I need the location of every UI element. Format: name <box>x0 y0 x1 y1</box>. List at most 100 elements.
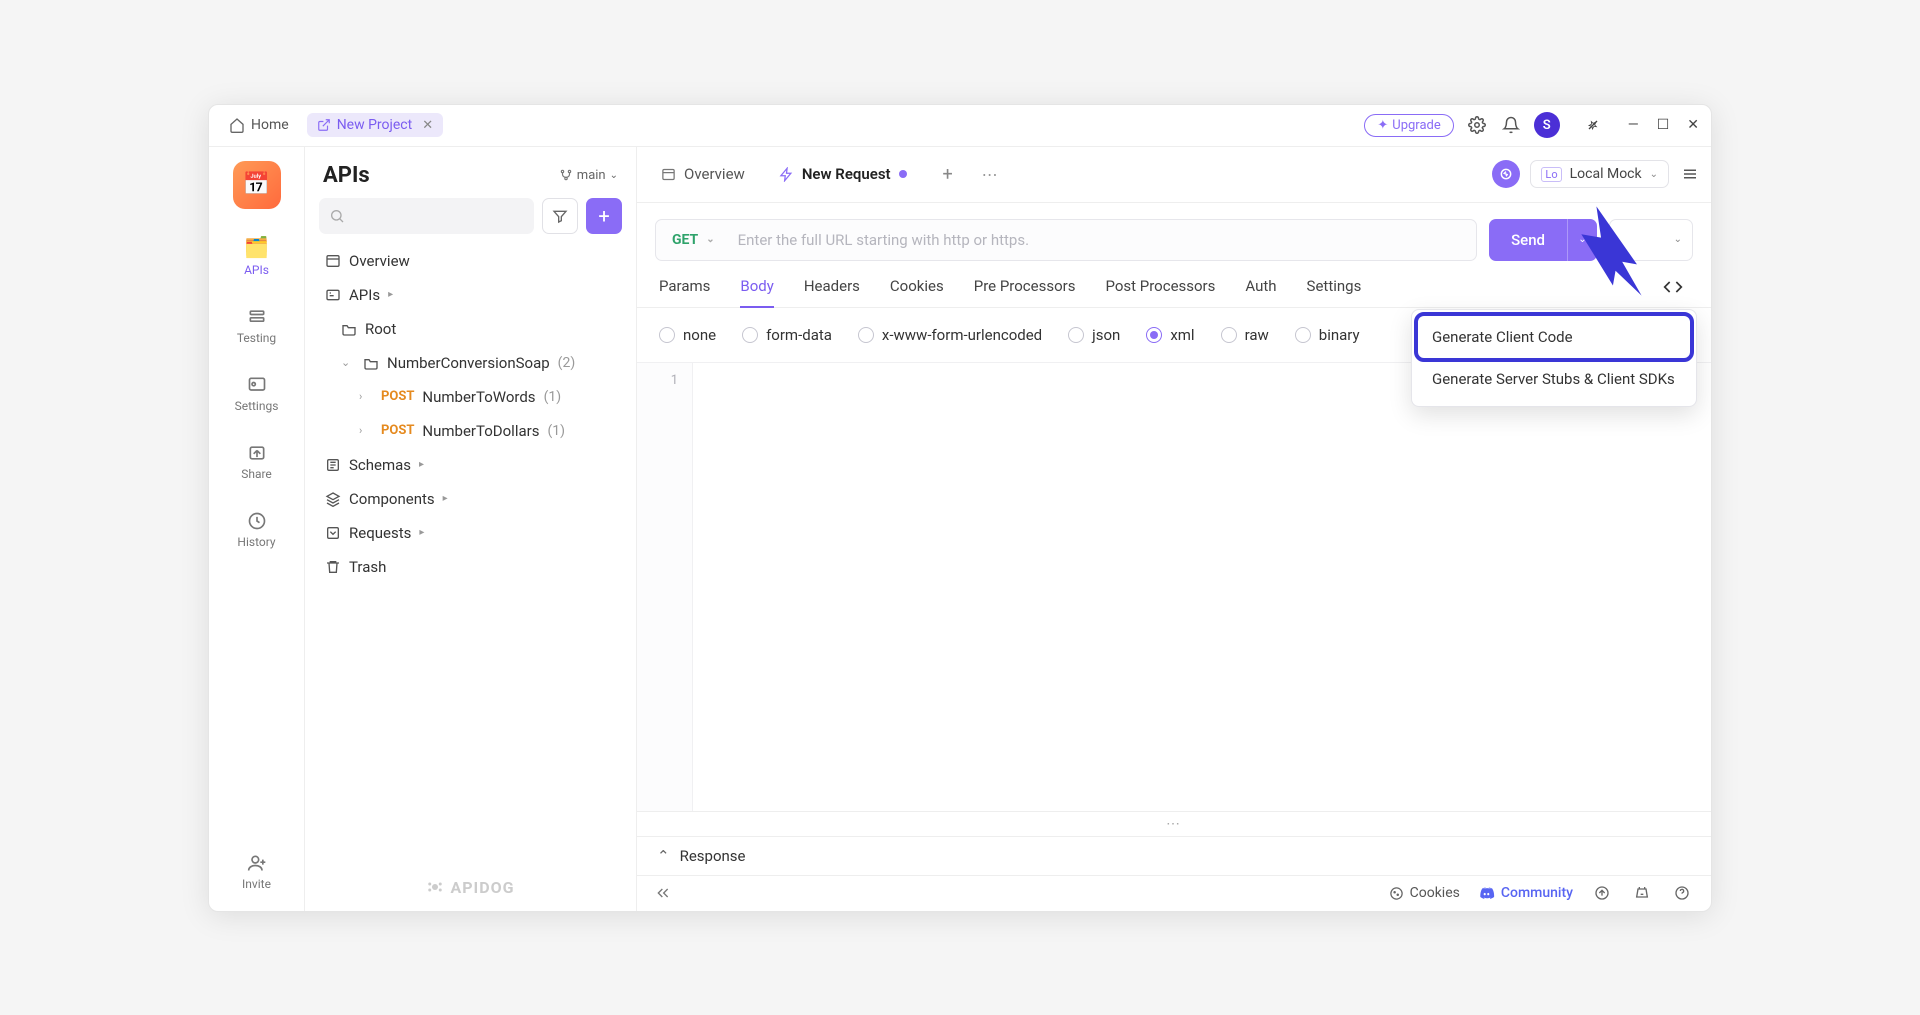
tree-components[interactable]: Components ▸ <box>319 482 622 516</box>
collapse-sidebar-button[interactable] <box>655 885 671 901</box>
response-section-header[interactable]: ⌃ Response <box>637 836 1711 875</box>
body-type-none[interactable]: none <box>659 326 716 344</box>
code-editor[interactable] <box>693 363 1711 811</box>
minimize-button[interactable]: — <box>1628 117 1639 133</box>
rail-history-label: History <box>237 535 275 549</box>
line-number: 1 <box>637 373 678 388</box>
external-link-icon <box>317 118 331 132</box>
search-input[interactable] <box>319 198 534 234</box>
code-toggle-button[interactable] <box>1663 277 1689 307</box>
tree-overview[interactable]: Overview <box>319 244 622 278</box>
rail-share[interactable]: Share <box>222 439 292 485</box>
folder-icon <box>363 355 379 371</box>
avatar[interactable]: S <box>1534 112 1560 138</box>
method-badge: POST <box>381 423 414 438</box>
cookies-button[interactable]: Cookies <box>1389 885 1460 901</box>
project-tab[interactable]: New Project ✕ <box>307 113 443 137</box>
tree-requests[interactable]: Requests ▸ <box>319 516 622 550</box>
history-icon <box>247 511 267 531</box>
environment-selector[interactable]: Lo Local Mock ⌄ <box>1530 160 1669 188</box>
close-button[interactable]: ✕ <box>1687 117 1699 133</box>
upgrade-label: Upgrade <box>1392 118 1440 133</box>
theme-icon[interactable] <box>1631 882 1653 904</box>
send-dropdown-icon[interactable]: ⌄ <box>1567 219 1597 261</box>
subtab-cookies[interactable]: Cookies <box>890 277 944 307</box>
subtab-settings[interactable]: Settings <box>1307 277 1362 307</box>
help-icon[interactable] <box>1671 882 1693 904</box>
method-selector[interactable]: GET ⌄ <box>656 232 726 248</box>
gear-icon[interactable] <box>1466 114 1488 136</box>
tree-folder-soap[interactable]: ⌄ NumberConversionSoap (2) <box>319 346 622 380</box>
subtab-post[interactable]: Post Processors <box>1105 277 1215 307</box>
components-icon <box>325 491 341 507</box>
settings-icon <box>247 375 267 395</box>
rail-settings[interactable]: Settings <box>222 371 292 417</box>
tree-root[interactable]: Root <box>319 312 622 346</box>
chevron-down-icon: ⌄ <box>706 234 714 245</box>
pin-icon[interactable] <box>1582 114 1604 136</box>
rail-testing[interactable]: Testing <box>222 303 292 349</box>
save-button[interactable]: ⌄ <box>1609 219 1693 261</box>
menu-generate-server-stubs[interactable]: Generate Server Stubs & Client SDKs <box>1418 358 1690 400</box>
subtab-headers[interactable]: Headers <box>804 277 860 307</box>
community-button[interactable]: Community <box>1478 885 1573 902</box>
resize-handle[interactable]: ⋯ <box>637 811 1711 836</box>
url-input[interactable] <box>726 231 1476 249</box>
chevron-right-icon: ▸ <box>419 459 424 470</box>
subtab-params[interactable]: Params <box>659 277 710 307</box>
tree-schemas[interactable]: Schemas ▸ <box>319 448 622 482</box>
close-icon[interactable]: ✕ <box>422 118 433 133</box>
chevron-right-icon: ▸ <box>388 289 393 300</box>
chevron-down-icon: ⌄ <box>341 356 355 369</box>
rail-apis[interactable]: 🗂️ APIs <box>222 231 292 281</box>
maximize-button[interactable]: ☐ <box>1657 117 1670 133</box>
chevron-down-icon: ⌄ <box>1650 169 1658 180</box>
hamburger-icon[interactable] <box>1679 163 1701 185</box>
body-type-binary[interactable]: binary <box>1295 326 1360 344</box>
tree-overview-label: Overview <box>349 252 410 270</box>
body-type-json[interactable]: json <box>1068 326 1120 344</box>
tree-apis-group[interactable]: APIs ▸ <box>319 278 622 312</box>
side-title: APIs <box>323 163 370 188</box>
bell-icon[interactable] <box>1500 114 1522 136</box>
new-tab-button[interactable]: + <box>933 159 963 189</box>
tab-overview[interactable]: Overview <box>647 155 759 193</box>
agent-status-icon[interactable] <box>1492 160 1520 188</box>
subtab-body[interactable]: Body <box>740 277 773 307</box>
home-button[interactable]: Home <box>221 113 297 137</box>
cookies-label: Cookies <box>1410 885 1460 901</box>
upgrade-button[interactable]: ✦ Upgrade <box>1364 114 1453 137</box>
tree-trash[interactable]: Trash <box>319 550 622 584</box>
tab-new-request[interactable]: New Request <box>765 155 921 193</box>
rail-invite[interactable]: Invite <box>222 849 292 895</box>
subtab-pre[interactable]: Pre Processors <box>974 277 1076 307</box>
tree-endpoint-words[interactable]: › POST NumberToWords (1) <box>319 380 622 414</box>
sparkle-icon: ✦ <box>1377 118 1388 133</box>
method-label: GET <box>672 232 698 248</box>
filter-button[interactable] <box>542 198 578 234</box>
rail-invite-label: Invite <box>242 877 271 891</box>
search-icon <box>329 208 345 224</box>
cookie-icon <box>1389 886 1404 901</box>
menu-generate-client-code[interactable]: Generate Client Code <box>1418 316 1690 358</box>
body-type-formdata[interactable]: form-data <box>742 326 832 344</box>
tree-endpoint-dollars[interactable]: › POST NumberToDollars (1) <box>319 414 622 448</box>
send-button[interactable]: Send ⌄ <box>1489 219 1597 261</box>
tree-schemas-label: Schemas <box>349 456 411 474</box>
add-button[interactable]: + <box>586 198 622 234</box>
rail-settings-label: Settings <box>235 399 279 413</box>
subtab-auth[interactable]: Auth <box>1245 277 1276 307</box>
app-logo: 📅 <box>233 161 281 209</box>
body-type-raw[interactable]: raw <box>1221 326 1269 344</box>
body-type-xml[interactable]: xml <box>1146 326 1194 344</box>
tree-apis-label: APIs <box>349 286 380 304</box>
branch-selector[interactable]: main ⌄ <box>559 168 618 183</box>
body-type-urlencoded[interactable]: x-www-form-urlencoded <box>858 326 1042 344</box>
upload-icon[interactable] <box>1591 882 1613 904</box>
send-label: Send <box>1489 231 1567 249</box>
rail-history[interactable]: History <box>222 507 292 553</box>
tab-more-button[interactable]: ⋯ <box>975 159 1005 189</box>
chevron-right-icon: › <box>359 390 373 403</box>
home-label: Home <box>251 117 289 133</box>
apis-group-icon <box>325 287 341 303</box>
